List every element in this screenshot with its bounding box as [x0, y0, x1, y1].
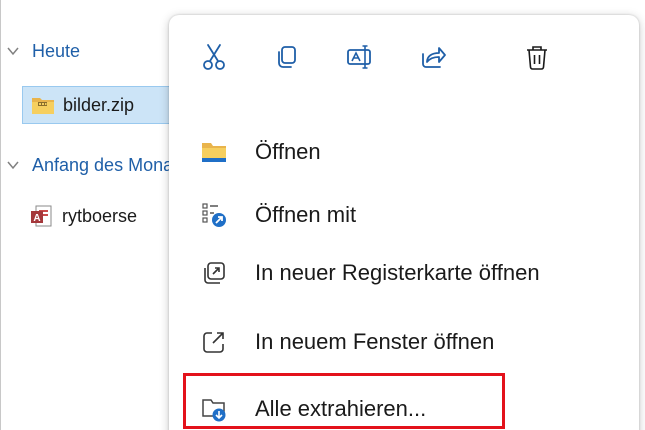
- context-menu-toolbar: [169, 15, 639, 110]
- menu-item-open[interactable]: Öffnen: [169, 124, 639, 180]
- group-header-start-of-month[interactable]: Anfang des Monats: [6, 150, 187, 180]
- context-menu: Öffnen Öffnen mit In neuer Registerkarte…: [169, 15, 639, 430]
- menu-item-label: In neuem Fenster öffnen: [255, 329, 495, 354]
- new-tab-icon: [204, 262, 225, 284]
- extract-all-icon: [202, 399, 226, 422]
- scissors-icon: [203, 44, 225, 70]
- screen: Heute bilder.zip Anfang des Monats A ryt…: [0, 0, 645, 430]
- rename-icon: [347, 45, 371, 69]
- rename-button[interactable]: [338, 35, 382, 79]
- menu-item-label: Öffnen: [255, 139, 321, 164]
- svg-text:A: A: [33, 213, 40, 224]
- chevron-down-icon: [7, 47, 19, 56]
- file-name: rytboerse: [62, 205, 138, 226]
- menu-item-label: In neuer Registerkarte öffnen: [255, 260, 540, 285]
- chevron-down-icon: [7, 161, 19, 170]
- trash-icon: [527, 46, 547, 70]
- menu-item-open-new-window[interactable]: In neuem Fenster öffnen: [169, 314, 639, 370]
- group-header-today[interactable]: Heute: [6, 36, 80, 66]
- folder-icon: [202, 143, 226, 162]
- new-window-icon: [203, 332, 224, 353]
- share-icon: [422, 47, 446, 68]
- menu-item-open-new-tab[interactable]: In neuer Registerkarte öffnen: [169, 245, 639, 301]
- open-with-icon: [202, 203, 226, 227]
- file-name: bilder.zip: [63, 94, 135, 115]
- copy-icon: [278, 46, 296, 68]
- group-header-label: Heute: [32, 40, 81, 61]
- file-row-rytboerse[interactable]: A rytboerse: [22, 197, 182, 235]
- menu-item-label: Öffnen mit: [255, 202, 357, 227]
- group-header-label: Anfang des Monats: [32, 154, 188, 175]
- access-database-icon: A: [31, 205, 52, 227]
- copy-button[interactable]: [265, 35, 309, 79]
- cut-button[interactable]: [192, 35, 236, 79]
- share-button[interactable]: [411, 35, 455, 79]
- zip-folder-icon: [32, 98, 54, 114]
- file-row-bilder-zip[interactable]: bilder.zip: [22, 86, 182, 124]
- menu-item-open-with[interactable]: Öffnen mit: [169, 187, 639, 243]
- delete-button[interactable]: [515, 35, 559, 79]
- menu-item-extract-all[interactable]: Alle extrahieren...: [169, 381, 639, 430]
- menu-item-label: Alle extrahieren...: [255, 396, 427, 421]
